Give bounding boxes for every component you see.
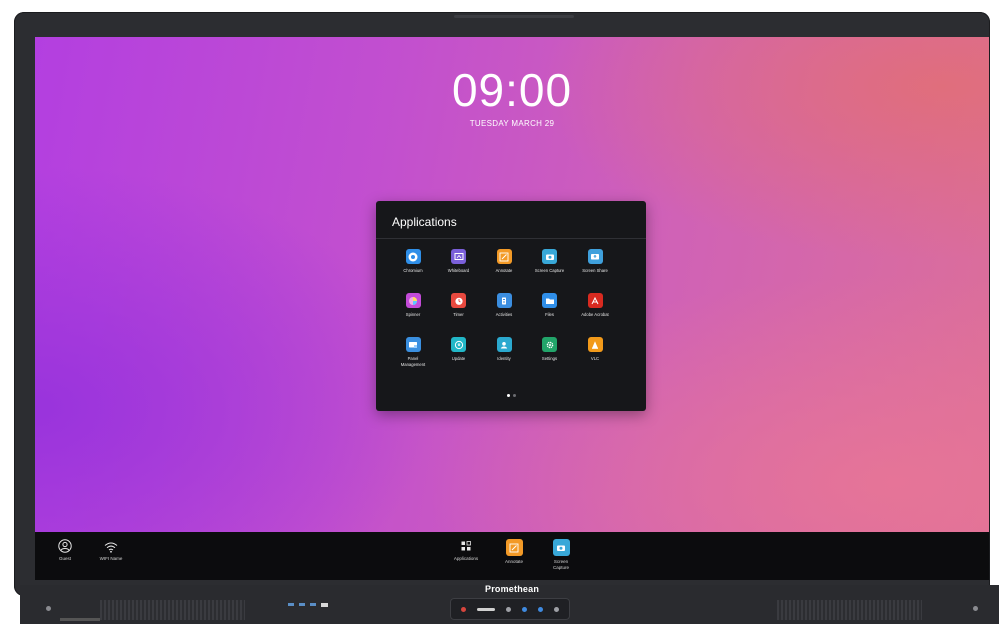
applications-grid-icon	[450, 539, 482, 553]
identity-icon	[496, 337, 512, 352]
applications-panel-title: Applications	[392, 215, 457, 229]
screen-share-icon	[587, 249, 603, 264]
taskbar-screen-capture-button[interactable]: Screen Capture	[545, 539, 577, 571]
page-indicator	[376, 394, 646, 397]
front-ports	[288, 603, 328, 607]
camera-icon	[552, 539, 570, 556]
app-label: Files	[545, 312, 554, 317]
model-label	[60, 618, 100, 621]
app-label: Spinner	[405, 312, 421, 317]
guest-profile-button[interactable]: Guest	[53, 539, 77, 562]
chromium-icon	[405, 249, 421, 264]
app-label: Activities	[495, 312, 513, 317]
app-tile-adobe-acrobat[interactable]: Adobe Acrobat	[570, 293, 620, 318]
taskbar-applications-button[interactable]: Applications	[450, 539, 482, 562]
taskbar-item-label: Applications	[453, 556, 479, 561]
app-tile-timer[interactable]: Timer	[434, 293, 484, 318]
app-tile-whiteboard[interactable]: Whiteboard	[434, 249, 484, 274]
app-tile-annotate[interactable]: Annotate	[479, 249, 529, 274]
taskbar: Guest WIFI Name Applications Annotate Scre…	[35, 532, 989, 580]
app-label: Update	[451, 356, 466, 361]
vlc-icon	[587, 337, 603, 352]
taskbar-item-label: Annotate	[504, 559, 523, 564]
bezel-screw	[46, 606, 51, 611]
applications-panel-divider	[376, 238, 646, 239]
app-label: Screen Share	[582, 268, 608, 273]
camera-icon	[542, 249, 557, 264]
app-label: Panel Management	[400, 356, 426, 367]
app-label: Screen Capture	[534, 268, 565, 273]
app-tile-identity[interactable]: Identity	[479, 337, 529, 362]
applications-panel: Applications Chromium Whiteboard Annotate S…	[376, 201, 646, 411]
speaker-grille-right	[777, 600, 922, 620]
power-button[interactable]	[461, 606, 467, 612]
page-dot[interactable]	[512, 394, 516, 397]
spinner-icon	[405, 293, 421, 308]
wifi-status-button[interactable]: WIFI Name	[91, 541, 131, 562]
home-button[interactable]	[506, 606, 512, 612]
whiteboard-icon	[451, 249, 466, 264]
ir-sensor	[477, 607, 496, 611]
volume-up-button[interactable]	[537, 606, 543, 612]
wifi-icon	[91, 541, 131, 553]
guest-label: Guest	[58, 556, 71, 561]
app-tile-screen-share[interactable]: Screen Share	[570, 249, 620, 274]
app-tile-update[interactable]: Update	[434, 337, 484, 362]
app-tile-spinner[interactable]: Spinner	[388, 293, 438, 318]
usb-port	[288, 603, 294, 606]
app-tile-screen-capture[interactable]: Screen Capture	[525, 249, 575, 274]
lockscreen-date: TUESDAY MARCH 29	[469, 119, 555, 128]
app-tile-vlc[interactable]: VLC	[570, 337, 620, 362]
speaker-grille-left	[100, 600, 245, 620]
wifi-label: WIFI Name	[99, 556, 123, 561]
app-label: Adobe Acrobat	[581, 312, 609, 317]
annotate-icon	[496, 249, 512, 264]
bezel-sensor-strip	[454, 15, 574, 18]
app-label: Identity	[497, 356, 511, 361]
app-label: VLC	[590, 356, 600, 361]
volume-down-button[interactable]	[521, 606, 527, 612]
timer-icon	[451, 293, 466, 308]
app-tile-settings[interactable]: Settings	[525, 337, 575, 362]
acrobat-icon	[587, 293, 603, 308]
folder-icon	[542, 293, 557, 308]
annotate-icon	[505, 539, 523, 556]
app-tile-files[interactable]: Files	[525, 293, 575, 318]
taskbar-item-label: Screen Capture	[552, 559, 569, 570]
app-label: Whiteboard	[447, 268, 470, 273]
gear-icon	[542, 337, 557, 352]
hdmi-port	[321, 603, 328, 607]
activities-icon	[496, 293, 512, 308]
usb-port	[310, 603, 316, 606]
update-icon	[451, 337, 466, 352]
user-icon	[53, 539, 77, 553]
app-tile-chromium[interactable]: Chromium	[388, 249, 438, 274]
app-label: Annotate	[495, 268, 513, 273]
usb-port	[299, 603, 305, 606]
bezel-screw	[973, 606, 978, 611]
app-tile-panel-management[interactable]: Panel Management	[388, 337, 438, 368]
app-label: Chromium	[403, 268, 423, 273]
lockscreen-clock: 09:00	[451, 64, 573, 116]
home-screen: 09:00 TUESDAY MARCH 29 Applications Chro…	[35, 37, 989, 532]
app-tile-activities[interactable]: Activities	[479, 293, 529, 318]
page-dot-active[interactable]	[506, 394, 510, 397]
input-button[interactable]	[553, 606, 559, 612]
app-label: Settings	[541, 356, 558, 361]
front-control-buttons	[450, 598, 570, 620]
app-label: Timer	[453, 312, 464, 317]
panel-management-icon	[405, 337, 421, 352]
taskbar-annotate-button[interactable]: Annotate	[498, 539, 530, 565]
